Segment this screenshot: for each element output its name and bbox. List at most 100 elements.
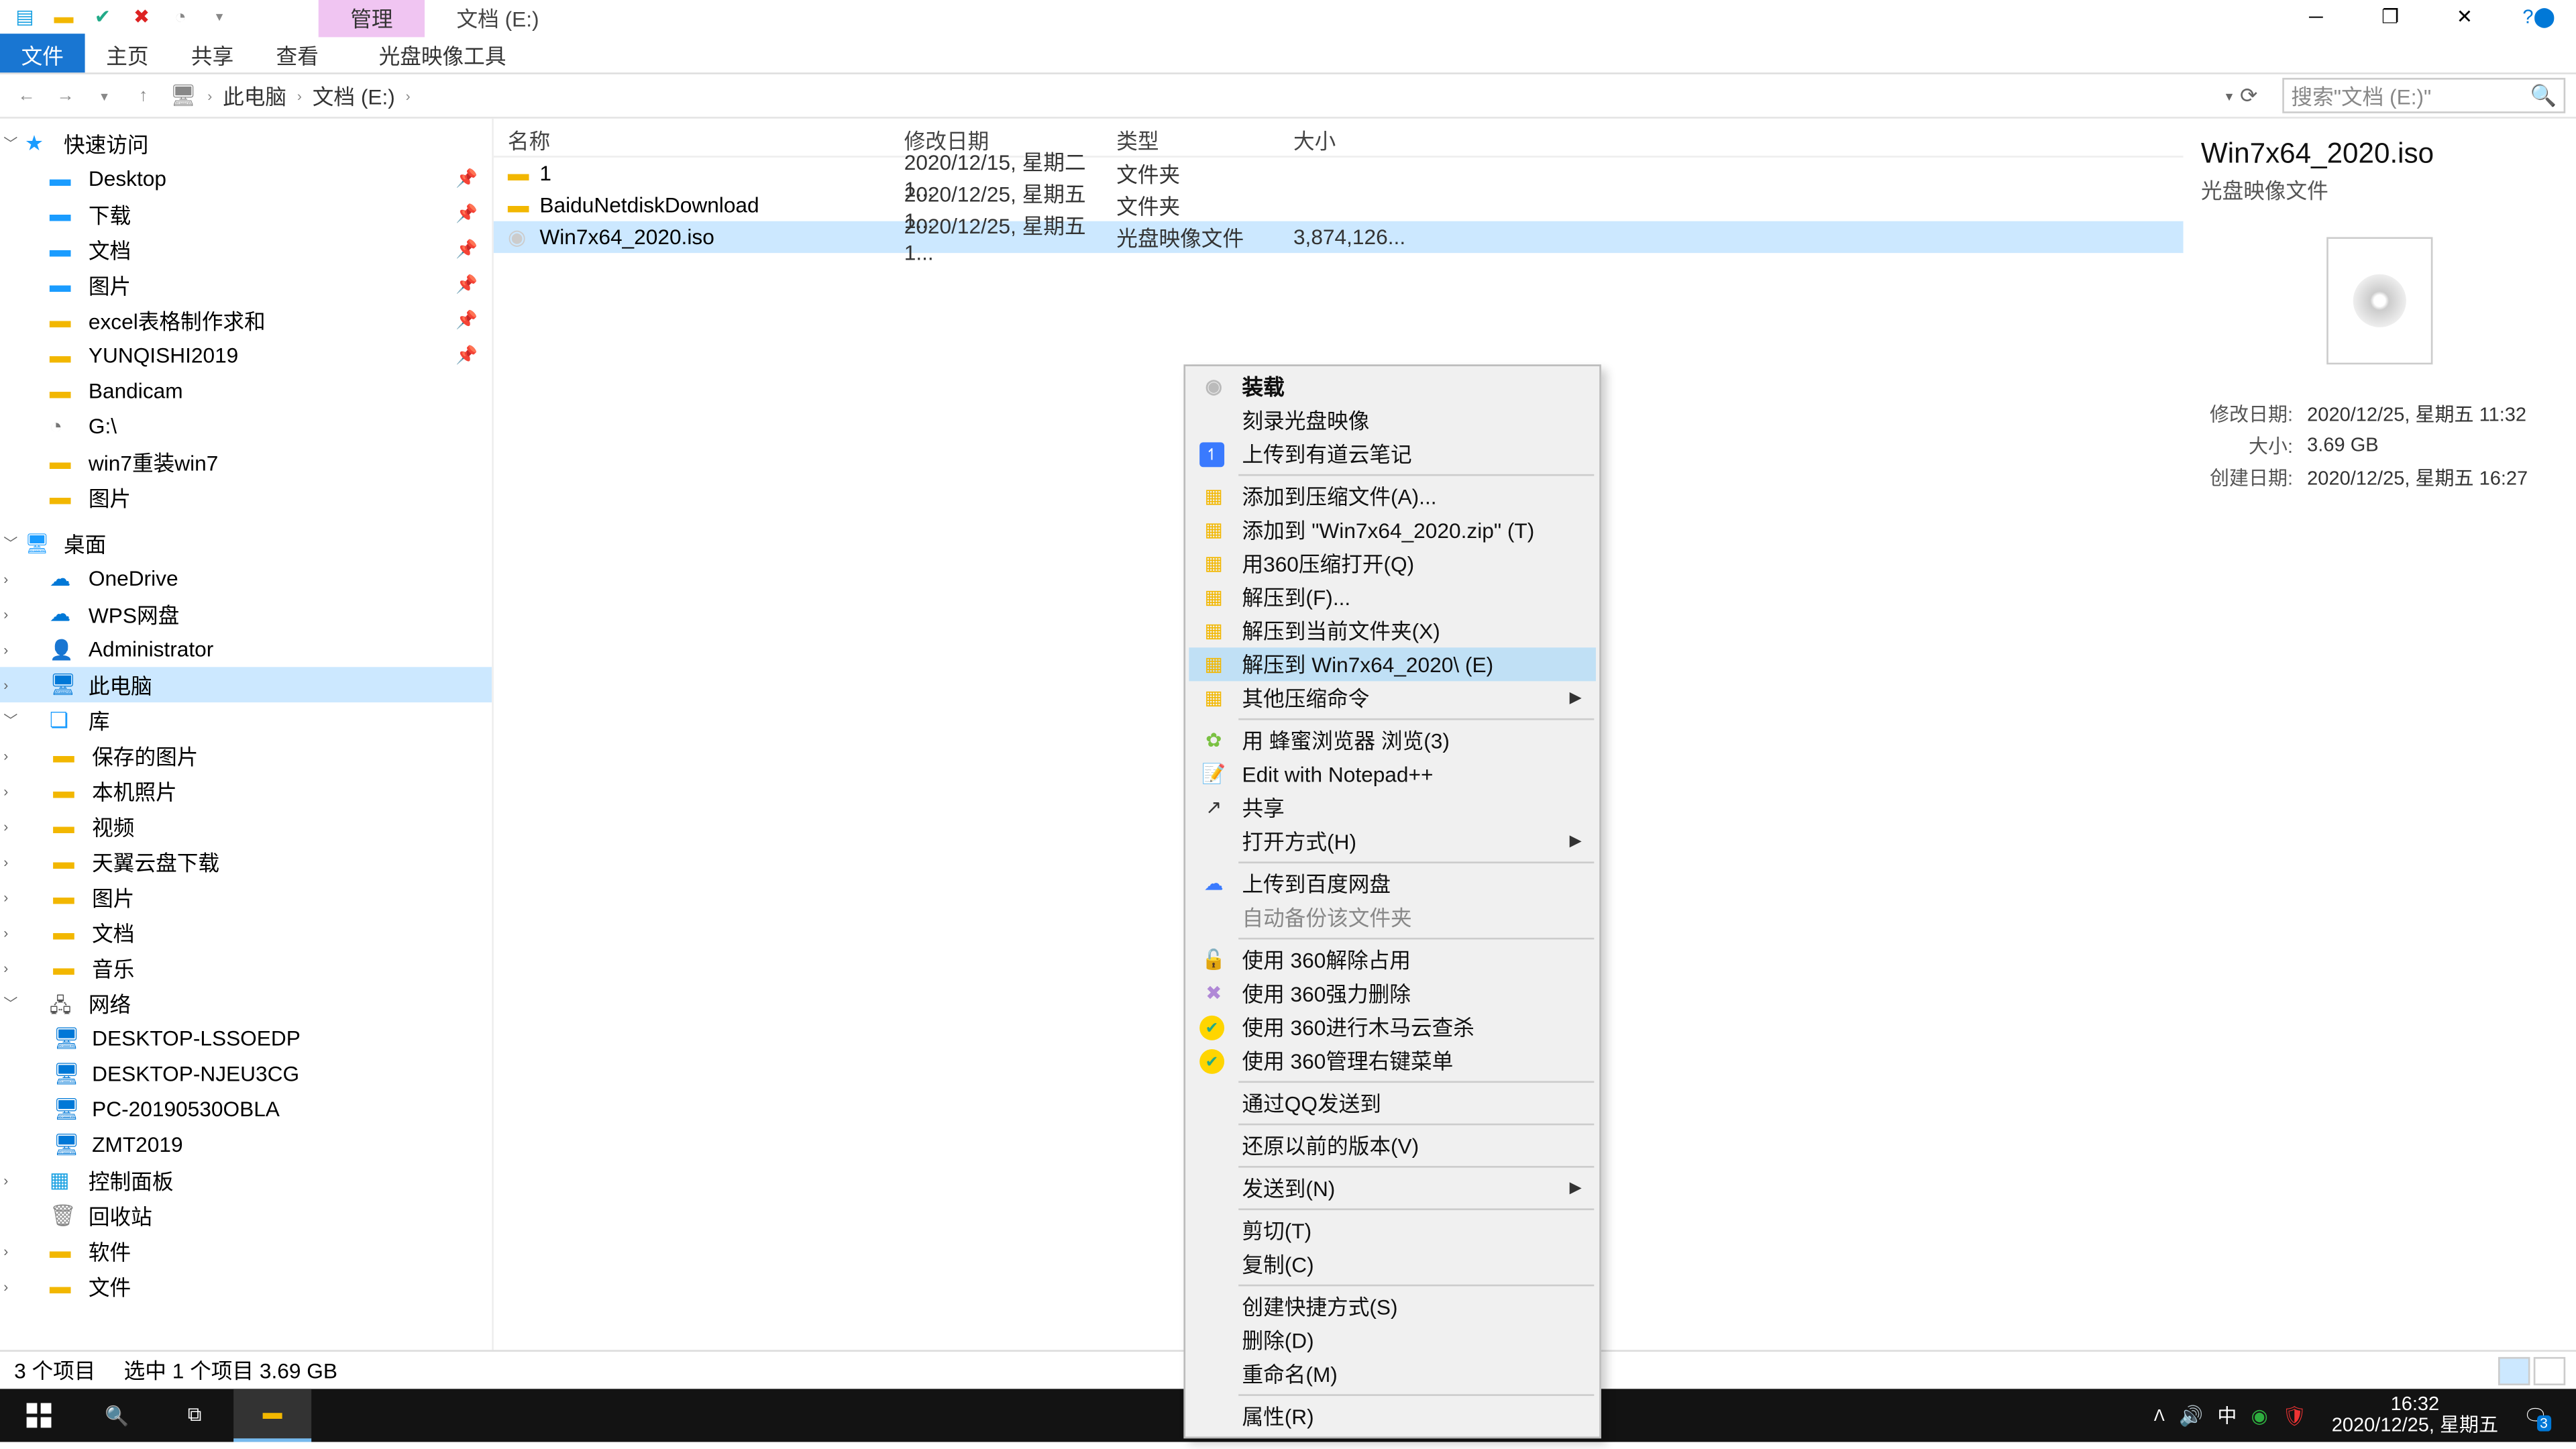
youdao-icon: ↿ (1199, 441, 1224, 466)
pin-icon: 📌 (455, 311, 478, 330)
ctx-extract-to[interactable]: ▦解压到(F)... (1189, 580, 1596, 614)
monitor-icon (53, 1061, 81, 1086)
ctx-properties[interactable]: 属性(R) (1189, 1399, 1596, 1433)
ctx-cut[interactable]: 剪切(T) (1189, 1214, 1596, 1247)
folder-icon (50, 378, 78, 403)
library-icon (50, 708, 78, 733)
breadcrumb[interactable]: 🖥 › 此电脑 › 文档 (E:) › (166, 80, 414, 111)
details-filename: Win7x64_2020.iso (2201, 140, 2559, 171)
pin-icon: 📌 (455, 346, 478, 366)
title-context-tab[interactable]: 管理 (319, 0, 425, 37)
archive-icon: ▦ (1199, 482, 1228, 511)
ribbon-home[interactable]: 主页 (85, 34, 170, 72)
status-item-count: 3 个项目 (14, 1355, 95, 1385)
ctx-bee-browser[interactable]: ✿用 蜂蜜浏览器 浏览(3) (1189, 724, 1596, 757)
qat-explorer-icon[interactable]: ▤ (7, 1, 43, 32)
ctx-open-with[interactable]: 打开方式(H)▶ (1189, 824, 1596, 858)
explorer-taskbar-button[interactable]: ▬ (233, 1389, 311, 1442)
notepad-icon: 📝 (1199, 760, 1228, 788)
refresh-button[interactable]: ⟳ (2240, 83, 2275, 108)
taskbar-clock[interactable]: 16:32 2020/12/25, 星期五 (2321, 1394, 2509, 1437)
search-button[interactable]: 🔍 (78, 1389, 156, 1442)
ctx-auto-backup: 自动备份该文件夹 (1189, 900, 1596, 934)
ctx-extract-here[interactable]: ▦解压到当前文件夹(X) (1189, 614, 1596, 647)
header-name[interactable]: 名称 (508, 119, 904, 156)
ctx-extract-named[interactable]: ▦解压到 Win7x64_2020\ (E) (1189, 647, 1596, 681)
qat-check-icon[interactable]: ✔ (85, 1, 121, 32)
folder-icon (53, 955, 81, 980)
nav-back-button[interactable]: ← (11, 80, 42, 111)
ctx-360-trojan[interactable]: ✔使用 360进行木马云查杀 (1189, 1010, 1596, 1044)
view-details-button[interactable] (2498, 1356, 2530, 1385)
ctx-other-zip[interactable]: ▦其他压缩命令▶ (1189, 681, 1596, 714)
ctx-360-manage[interactable]: ✔使用 360管理右键菜单 (1189, 1044, 1596, 1077)
header-type[interactable]: 类型 (1116, 119, 1293, 156)
ctx-youdao[interactable]: ↿上传到有道云笔记 (1189, 437, 1596, 470)
ctx-shortcut[interactable]: 创建快捷方式(S) (1189, 1290, 1596, 1324)
qat-close-icon[interactable]: ✖ (124, 1, 160, 32)
file-row-selected[interactable]: ◉ Win7x64_2020.iso 2020/12/25, 星期五 1... … (494, 221, 2184, 253)
ctx-mount[interactable]: ◉装载 (1189, 370, 1596, 403)
tray-expand-icon[interactable]: ᐱ (2154, 1405, 2165, 1425)
crumb-location[interactable]: 文档 (E:) (309, 80, 398, 111)
file-row[interactable]: ▬ BaiduNetdiskDownload 2020/12/25, 星期五 1… (494, 189, 2184, 221)
folder-icon (50, 308, 78, 333)
360-icon: ✖ (1199, 979, 1228, 1008)
ctx-add-zip[interactable]: ▦添加到 "Win7x64_2020.zip" (T) (1189, 513, 1596, 547)
action-center-icon[interactable]: 🗨3 (2523, 1404, 2548, 1427)
nav-up-button[interactable]: ↑ (127, 80, 159, 111)
nav-history-dropdown[interactable]: ▾ (89, 80, 120, 111)
header-size[interactable]: 大小 (1293, 119, 1417, 156)
file-row[interactable]: ▬ 1 2020/12/15, 星期二 1... 文件夹 (494, 158, 2184, 189)
pin-icon: 📌 (455, 205, 478, 224)
view-icons-button[interactable] (2534, 1356, 2565, 1385)
minimize-button[interactable]: ─ (2279, 0, 2353, 34)
ribbon-view[interactable]: 查看 (255, 34, 340, 72)
ctx-baidu-upload[interactable]: ☁上传到百度网盘 (1189, 867, 1596, 900)
disc-icon (2353, 274, 2406, 327)
qat-item[interactable]: ▬ (46, 1, 82, 32)
ctx-send-to[interactable]: 发送到(N)▶ (1189, 1171, 1596, 1205)
qat-dropdown-icon[interactable]: ▾ (202, 1, 237, 32)
360-icon: 🔓 (1199, 946, 1228, 974)
help-icon[interactable]: ?⬤ (2502, 0, 2576, 34)
folder-icon (50, 202, 78, 227)
ime-indicator[interactable]: 中 (2217, 1401, 2237, 1430)
ctx-delete[interactable]: 删除(D) (1189, 1324, 1596, 1357)
folder-icon (50, 343, 78, 368)
360-tray-icon[interactable]: ◉ (2251, 1404, 2268, 1427)
crumb-thispc[interactable]: 此电脑 (219, 80, 290, 111)
defender-icon[interactable]: 🛡 (2282, 1404, 2307, 1427)
ctx-open-360zip[interactable]: ▦用360压缩打开(Q) (1189, 547, 1596, 580)
close-button[interactable]: ✕ (2428, 0, 2502, 34)
ctx-notepad[interactable]: 📝Edit with Notepad++ (1189, 757, 1596, 791)
ctx-360-force-del[interactable]: ✖使用 360强力删除 (1189, 977, 1596, 1010)
maximize-button[interactable]: ❐ (2353, 0, 2428, 34)
bee-icon: ✿ (1199, 727, 1228, 755)
qat-item[interactable]: ◔ (163, 1, 199, 32)
ribbon-file[interactable]: 文件 (0, 34, 85, 72)
nav-tree[interactable]: ﹀快速访问 Desktop📌 下载📌 文档📌 图片📌 excel表格制作求和📌 … (0, 119, 492, 1350)
volume-icon[interactable]: 🔊 (2179, 1404, 2203, 1427)
start-button[interactable] (0, 1389, 78, 1442)
ribbon-disc-tools[interactable]: 光盘映像工具 (358, 34, 527, 72)
ctx-rename[interactable]: 重命名(M) (1189, 1357, 1596, 1391)
ctx-qq-send[interactable]: 通过QQ发送到 (1189, 1086, 1596, 1120)
ctx-burn[interactable]: 刻录光盘映像 (1189, 403, 1596, 437)
ctx-share[interactable]: ↗共享 (1189, 791, 1596, 824)
ctx-360-unlock[interactable]: 🔓使用 360解除占用 (1189, 943, 1596, 977)
folder-icon (50, 1238, 78, 1263)
search-input[interactable]: 搜索"文档 (E:)" 🔍 (2282, 78, 2565, 113)
pin-icon: 📌 (455, 275, 478, 294)
search-icon: 🔍 (2530, 83, 2557, 108)
ctx-restore[interactable]: 还原以前的版本(V) (1189, 1129, 1596, 1163)
ctx-copy[interactable]: 复制(C) (1189, 1247, 1596, 1281)
ctx-add-archive[interactable]: ▦添加到压缩文件(A)... (1189, 480, 1596, 513)
task-view-button[interactable]: ⧉ (156, 1389, 233, 1442)
nav-forward-button[interactable]: → (50, 80, 81, 111)
360-icon: ✔ (1199, 1015, 1224, 1040)
address-dropdown[interactable]: ▾ (2226, 88, 2233, 104)
monitor-icon (53, 1132, 81, 1157)
ribbon-share[interactable]: 共享 (170, 34, 255, 72)
pin-icon: 📌 (455, 239, 478, 259)
